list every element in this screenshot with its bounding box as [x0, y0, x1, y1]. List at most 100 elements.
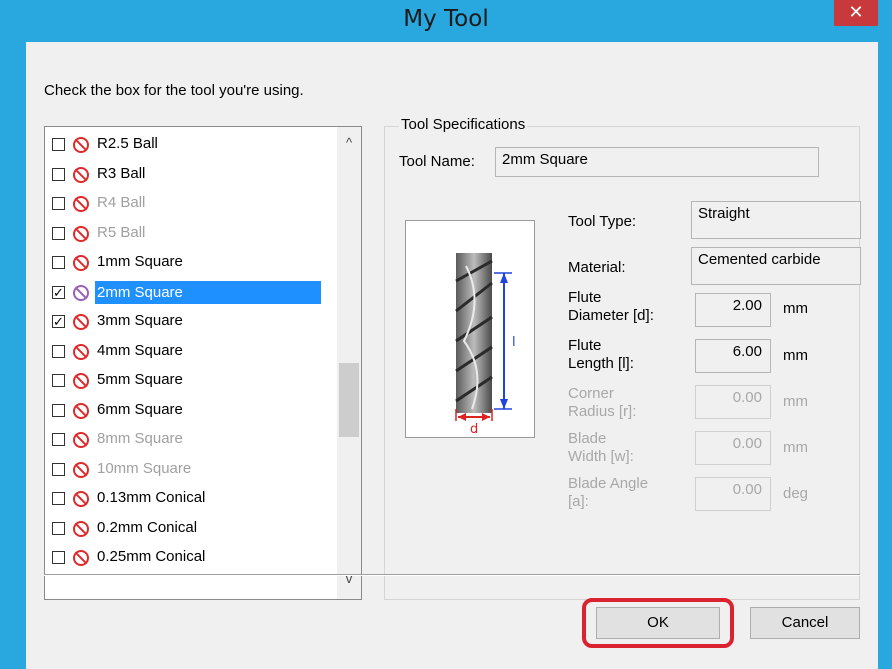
tool-item-label: 6mm Square	[97, 400, 183, 418]
tool-diagram: l d	[405, 220, 535, 438]
tool-list-item[interactable]: 6mm Square	[45, 397, 345, 427]
flute-diameter-unit: mm	[783, 300, 808, 317]
tool-list-item[interactable]: 0.13mm Conical	[45, 485, 345, 515]
diameter-letter: d	[470, 422, 478, 437]
tool-list-item[interactable]: 4mm Square	[45, 338, 345, 368]
prohibited-icon	[73, 284, 89, 301]
tool-checkbox[interactable]	[52, 197, 65, 210]
dialog-body: Check the box for the tool you're using.…	[26, 42, 878, 669]
tool-specifications-group: Tool Specifications Tool Name: 2mm Squar…	[384, 116, 861, 600]
corner-radius-label: Corner Radius [r]:	[568, 385, 637, 420]
prohibited-icon	[73, 137, 89, 153]
tool-checkbox[interactable]	[52, 492, 65, 505]
tool-list-item[interactable]: R5 Ball	[45, 220, 345, 250]
tool-item-label: 0.2mm Conical	[97, 518, 198, 536]
prohibited-icon	[73, 255, 89, 271]
tool-checkbox[interactable]	[52, 226, 65, 240]
tool-item-label: 1mm Square	[97, 253, 183, 270]
title-bar[interactable]: My Tool ✕	[0, 0, 892, 42]
tool-checkbox[interactable]	[52, 551, 65, 564]
tool-list-item[interactable]: ✓ 2mm Square	[45, 279, 345, 309]
tool-list-item[interactable]: 1mm Square	[45, 249, 345, 279]
tool-item-label: R2.5 Ball	[97, 135, 158, 152]
material-label: Material:	[568, 259, 626, 276]
tool-item-label: R3 Ball	[97, 164, 146, 182]
cancel-button[interactable]: Cancel	[750, 607, 860, 639]
prohibited-icon	[73, 373, 89, 389]
tool-checkbox[interactable]	[52, 521, 65, 535]
end-mill-illustration: l d	[455, 253, 516, 437]
tool-name-field: 2mm Square	[495, 147, 819, 177]
prohibited-icon	[73, 432, 89, 448]
tool-checkbox[interactable]: ✓	[52, 315, 65, 328]
tool-list[interactable]: R2.5 Ball R3 Ball R4 Ball R5 Ball 1mm Square…	[44, 126, 362, 600]
tool-list-item[interactable]: 5mm Square	[45, 367, 345, 397]
tool-type-field: Straight	[691, 201, 861, 239]
window-title: My Tool	[403, 6, 489, 32]
tool-checkbox[interactable]	[52, 462, 65, 476]
blade-width-label: Blade Width [w]:	[568, 430, 634, 465]
prohibited-icon	[73, 491, 89, 507]
length-letter: l	[512, 335, 516, 350]
flute-diameter-field: 2.00	[695, 293, 771, 327]
blade-width-field: 0.00	[695, 431, 771, 465]
tool-item-label: 0.13mm Conical	[97, 489, 206, 506]
prohibited-icon	[73, 402, 89, 419]
tool-checkbox[interactable]: ✓	[52, 285, 65, 299]
material-field: Cemented carbide	[691, 247, 861, 285]
tool-item-label: 5mm Square	[97, 371, 183, 388]
tool-list-item[interactable]: 0.2mm Conical	[45, 515, 345, 545]
flute-length-field: 6.00	[695, 339, 771, 373]
prohibited-icon	[73, 461, 89, 478]
tool-checkbox[interactable]	[52, 138, 65, 151]
tool-item-label: 3mm Square	[97, 312, 183, 329]
ok-button[interactable]: OK	[596, 607, 720, 639]
tool-name-label: Tool Name:	[399, 153, 475, 170]
blade-angle-label: Blade Angle [a]:	[568, 475, 649, 510]
tool-item-label: 2mm Square	[95, 280, 321, 304]
tool-list-item[interactable]: ✓ 3mm Square	[45, 308, 345, 338]
tool-checkbox[interactable]	[52, 344, 65, 358]
tool-list-item[interactable]: R4 Ball	[45, 190, 345, 220]
tool-list-item[interactable]: 8mm Square	[45, 426, 345, 456]
tool-item-label: 10mm Square	[97, 459, 192, 477]
specs-legend: Tool Specifications	[399, 116, 528, 133]
blade-angle-unit: deg	[783, 485, 809, 502]
tool-type-label: Tool Type:	[568, 213, 637, 230]
prohibited-icon	[73, 314, 89, 330]
flute-diameter-label: Flute Diameter [d]:	[568, 289, 654, 324]
tool-checkbox[interactable]	[52, 167, 65, 181]
button-separator	[44, 574, 860, 576]
prohibited-icon	[73, 196, 89, 212]
tool-item-label: 4mm Square	[97, 341, 183, 359]
tool-checkbox[interactable]	[52, 256, 65, 269]
instruction-text: Check the box for the tool you're using.	[44, 82, 304, 99]
corner-radius-field: 0.00	[695, 385, 771, 419]
close-icon[interactable]: ✕	[834, 0, 878, 26]
flute-length-unit: mm	[783, 347, 808, 364]
corner-radius-unit: mm	[783, 393, 808, 410]
tool-checkbox[interactable]	[52, 374, 65, 387]
tool-list-item[interactable]: R2.5 Ball	[45, 131, 345, 161]
scroll-up-icon[interactable]: ^	[337, 135, 361, 155]
prohibited-icon	[73, 550, 89, 566]
my-tool-dialog: My Tool ✕ Check the box for the tool you…	[0, 0, 892, 669]
tool-list-items: R2.5 Ball R3 Ball R4 Ball R5 Ball 1mm Square…	[45, 131, 345, 574]
tool-item-label: 8mm Square	[97, 430, 183, 447]
flute-length-label: Flute Length [l]:	[568, 337, 634, 372]
tool-item-label: R5 Ball	[97, 223, 146, 241]
tool-list-item[interactable]: 10mm Square	[45, 456, 345, 486]
blade-width-unit: mm	[783, 439, 808, 456]
prohibited-icon	[73, 520, 89, 537]
tool-item-label: 0.25mm Conical	[97, 548, 206, 565]
prohibited-icon	[73, 225, 89, 242]
tool-checkbox[interactable]	[52, 403, 65, 417]
list-scrollbar[interactable]: ^ v	[337, 127, 361, 599]
blade-angle-field: 0.00	[695, 477, 771, 511]
prohibited-icon	[73, 166, 89, 183]
tool-list-item[interactable]: 0.25mm Conical	[45, 544, 345, 574]
tool-checkbox[interactable]	[52, 433, 65, 446]
scroll-thumb[interactable]	[339, 363, 359, 437]
tool-list-item[interactable]: R3 Ball	[45, 161, 345, 191]
tool-item-label: R4 Ball	[97, 194, 146, 211]
